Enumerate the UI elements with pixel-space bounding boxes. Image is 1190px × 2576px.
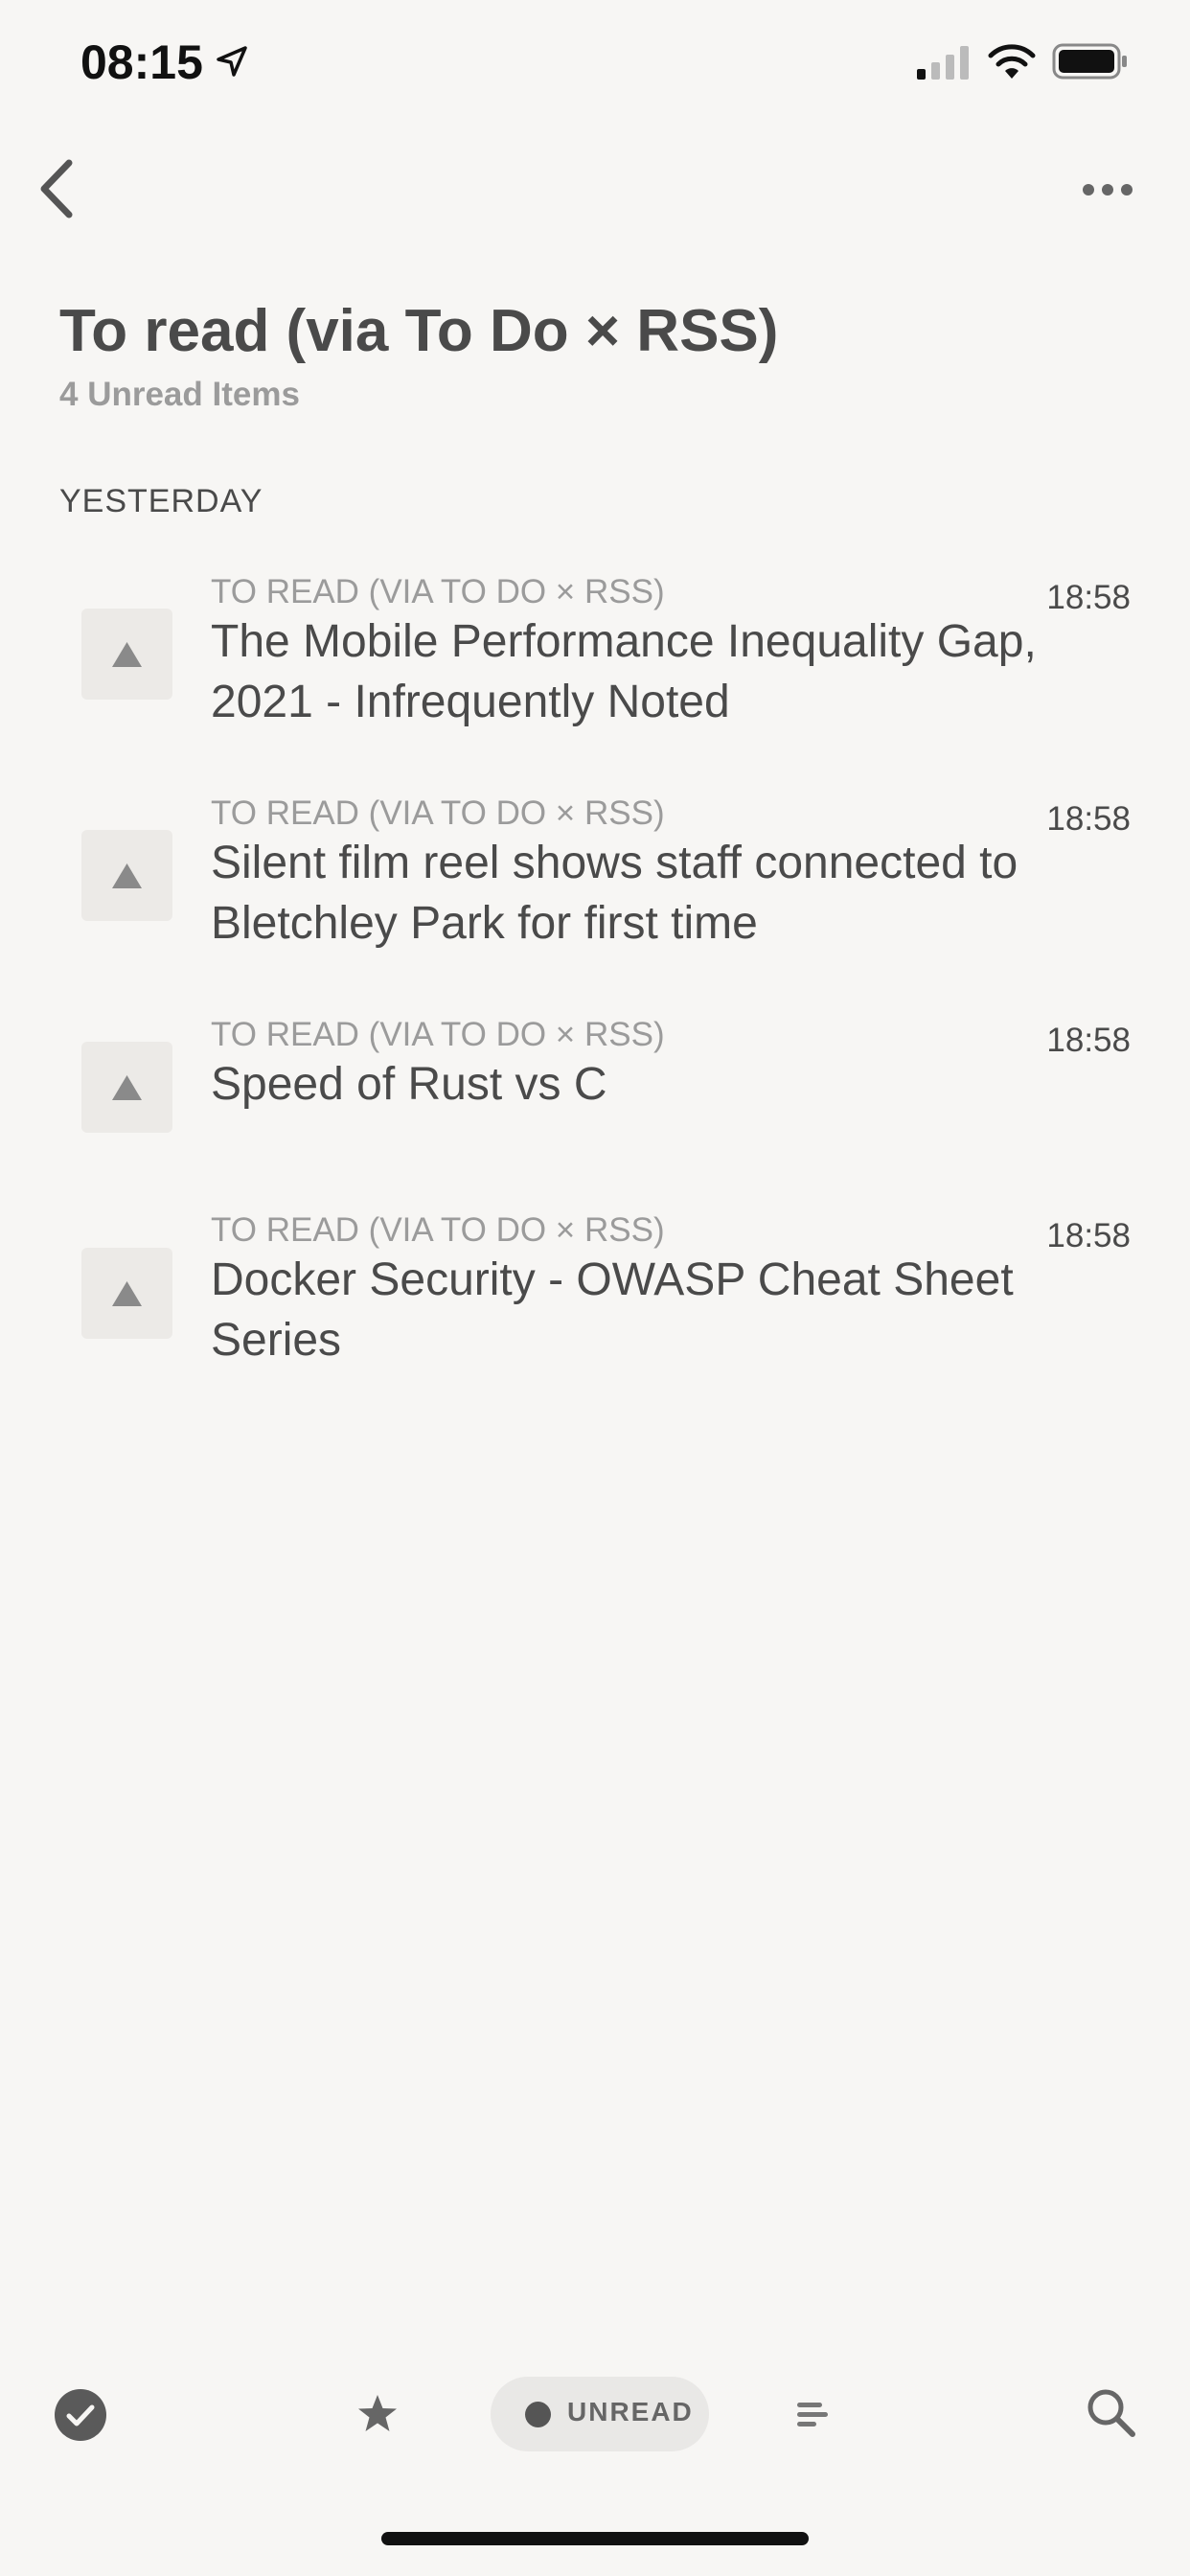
article-title: Docker Security - OWASP Cheat Sheet Seri… <box>211 1254 1014 1366</box>
article-title: Speed of Rust vs C <box>211 1059 607 1110</box>
feed-name: TO READ (VIA TO DO × RSS) <box>211 1016 665 1053</box>
star-icon[interactable] <box>356 2393 399 2435</box>
location-arrow-icon <box>217 46 247 77</box>
unread-count: 4 Unread Items <box>59 376 300 413</box>
list-item[interactable]: TO READ (VIA TO DO × RSS) 18:58 The Mobi… <box>0 573 1190 736</box>
list-item[interactable]: TO READ (VIA TO DO × RSS) 18:58 Docker S… <box>0 1211 1190 1374</box>
article-thumbnail <box>81 1248 172 1339</box>
list-item[interactable]: TO READ (VIA TO DO × RSS) 18:58 Silent f… <box>0 794 1190 957</box>
text-lines-icon[interactable] <box>795 2401 830 2429</box>
list-item[interactable]: TO READ (VIA TO DO × RSS) 18:58 Speed of… <box>0 1016 1190 1140</box>
more-options-button[interactable] <box>1079 171 1136 209</box>
article-thumbnail <box>81 609 172 700</box>
unread-filter-button[interactable]: UNREAD <box>491 2377 709 2451</box>
article-title: The Mobile Performance Inequality Gap, 2… <box>211 616 1037 727</box>
back-button[interactable] <box>33 155 80 222</box>
article-thumbnail <box>81 830 172 921</box>
placeholder-triangle-icon <box>112 1075 142 1100</box>
page-title: To read (via To Do × RSS) <box>59 298 779 364</box>
feed-name: TO READ (VIA TO DO × RSS) <box>211 573 665 610</box>
unread-filter-label: UNREAD <box>567 2397 694 2426</box>
section-label: YESTERDAY <box>59 483 263 519</box>
feed-name: TO READ (VIA TO DO × RSS) <box>211 794 665 832</box>
search-icon[interactable] <box>1085 2386 1136 2438</box>
cellular-signal-icon <box>917 46 969 80</box>
placeholder-triangle-icon <box>112 1281 142 1306</box>
mark-read-button[interactable] <box>54 2388 107 2442</box>
feed-name: TO READ (VIA TO DO × RSS) <box>211 1211 665 1249</box>
placeholder-triangle-icon <box>112 863 142 888</box>
battery-icon <box>1052 43 1127 80</box>
article-thumbnail <box>81 1042 172 1133</box>
status-time: 08:15 <box>80 35 203 89</box>
dot-icon <box>525 2402 551 2427</box>
screen: 08:15 To read (via To Do × RSS) 4 Unread… <box>0 0 1190 2576</box>
home-indicator[interactable] <box>381 2532 809 2545</box>
placeholder-triangle-icon <box>112 642 142 667</box>
article-title: Silent film reel shows staff connected t… <box>211 838 1018 949</box>
wifi-icon <box>988 44 1036 79</box>
